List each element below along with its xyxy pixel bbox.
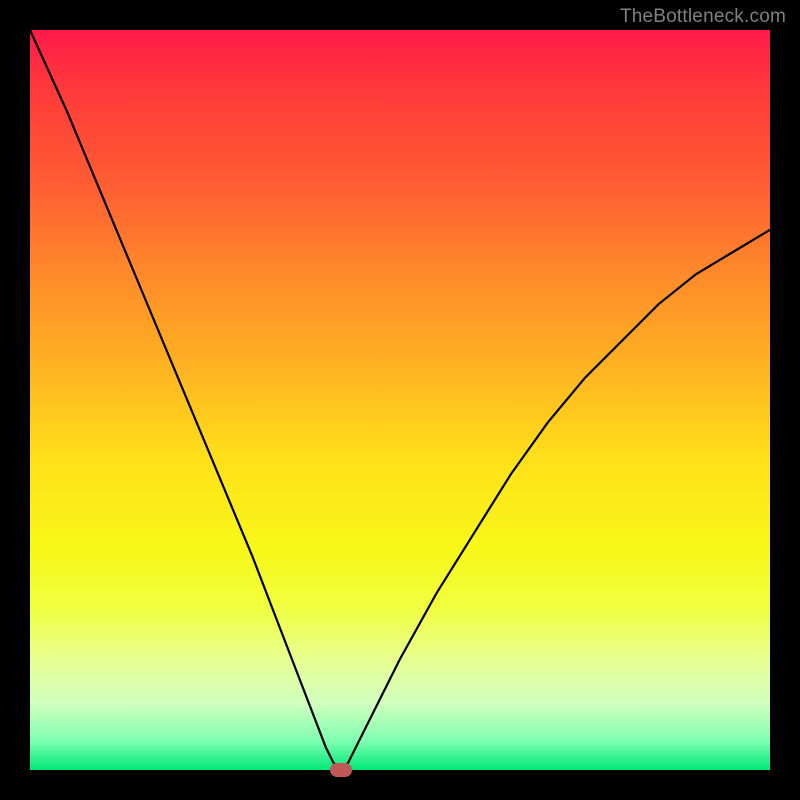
chart-container: TheBottleneck.com [0, 0, 800, 800]
plot-area [30, 30, 770, 770]
minimum-marker [330, 763, 352, 777]
watermark-text: TheBottleneck.com [620, 6, 786, 28]
curve-svg [30, 30, 770, 770]
bottleneck-curve [30, 30, 770, 770]
